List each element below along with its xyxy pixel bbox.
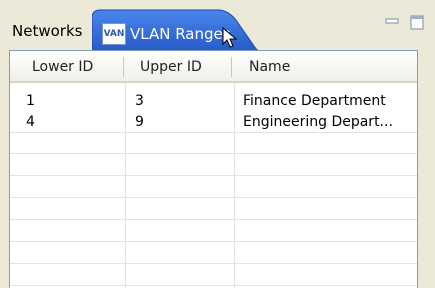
grid-line bbox=[10, 175, 417, 176]
vlan-icon: VAN bbox=[102, 23, 126, 45]
grid-line bbox=[234, 83, 235, 288]
column-divider[interactable] bbox=[231, 57, 232, 77]
grid-line bbox=[10, 153, 417, 154]
table-header: Lower ID Upper ID Name bbox=[10, 51, 417, 83]
grid-line bbox=[10, 197, 417, 198]
column-header-lower-id[interactable]: Lower ID bbox=[32, 51, 93, 81]
grid-line bbox=[10, 263, 417, 264]
cell-lower-id: 1 bbox=[26, 93, 35, 109]
grid-line bbox=[10, 132, 417, 133]
maximize-icon[interactable] bbox=[409, 14, 425, 30]
cell-upper-id: 9 bbox=[135, 114, 144, 130]
tab-networks[interactable]: Networks bbox=[6, 16, 88, 46]
mouse-cursor-icon bbox=[222, 27, 238, 48]
grid-line bbox=[10, 219, 417, 220]
vlan-ranges-view: Networks VAN VLAN Ranges Lower ID Upper … bbox=[0, 0, 435, 288]
cell-upper-id: 3 bbox=[135, 93, 144, 109]
column-header-name[interactable]: Name bbox=[249, 51, 290, 81]
column-header-upper-id[interactable]: Upper ID bbox=[140, 51, 202, 81]
grid-line bbox=[125, 83, 126, 288]
cell-name: Finance Department bbox=[243, 93, 386, 109]
column-divider[interactable] bbox=[123, 57, 124, 77]
tab-vlan-ranges[interactable]: VAN VLAN Ranges bbox=[92, 8, 268, 54]
view-tab-bar: Networks VAN VLAN Ranges bbox=[0, 0, 435, 54]
grid-line bbox=[10, 285, 417, 286]
cell-name: Engineering Depart... bbox=[243, 114, 393, 130]
vlan-ranges-table: Lower ID Upper ID Name 1 3 Finance Depar… bbox=[9, 50, 418, 288]
grid-line bbox=[10, 241, 417, 242]
cell-lower-id: 4 bbox=[26, 114, 35, 130]
tab-vlan-ranges-label: VLAN Ranges bbox=[130, 25, 231, 43]
minimize-icon[interactable] bbox=[384, 14, 400, 30]
